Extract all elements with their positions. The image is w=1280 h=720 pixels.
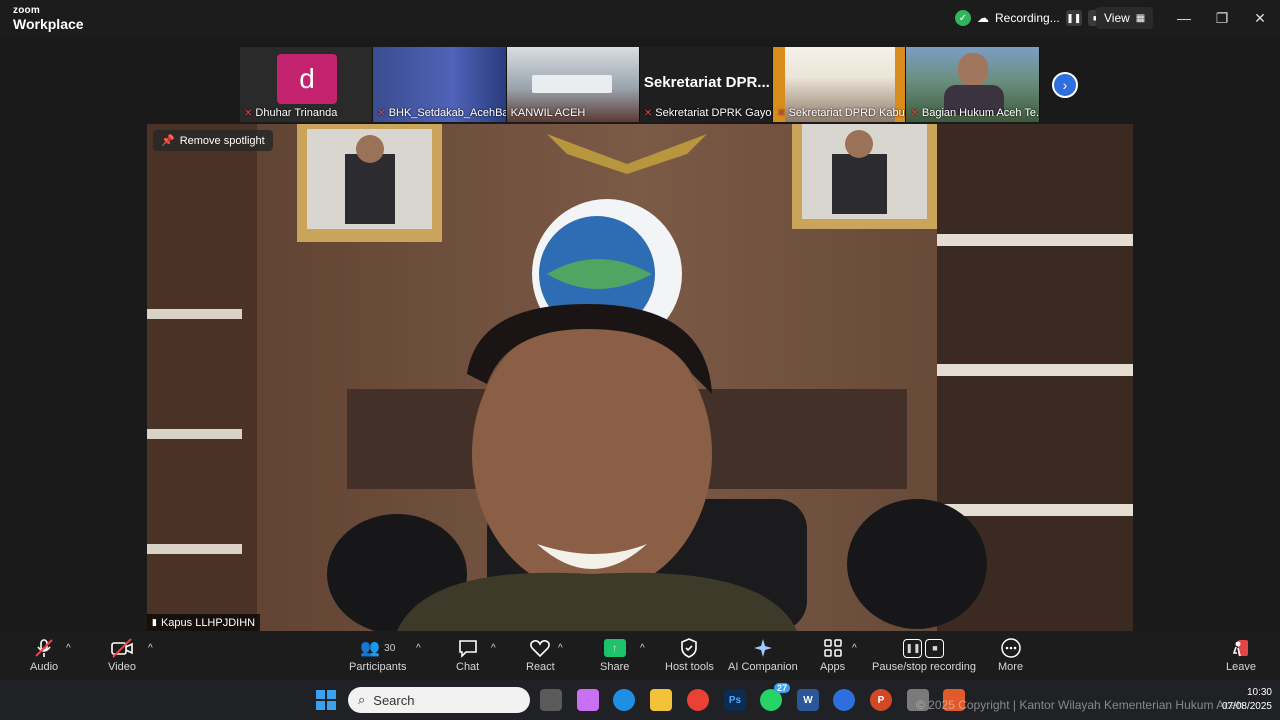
participant-face [958,53,989,87]
speaker-scene [147,124,1133,631]
mic-muted-icon: ✕ [244,107,253,119]
audio-button[interactable]: Audio [30,635,58,673]
heart-icon [529,635,551,661]
microphone-muted-icon [33,635,55,661]
participant-tile[interactable]: Sekretariat DPR... ✕ Sekretariat DPRK Gay… [639,47,774,122]
spotlight-video [147,124,1133,631]
brand-big: Workplace [13,16,84,32]
pause-stop-icon: ❚❚ ■ [903,635,945,661]
participant-name: Dhuhar Trinanda [255,107,338,119]
participant-tile[interactable]: d ✕ Dhuhar Trinanda [240,47,374,122]
react-button[interactable]: React [526,635,555,673]
leave-icon [1230,635,1252,661]
tile-text: Sekretariat DPR... [643,74,770,91]
photoshop-icon[interactable]: Ps [724,689,746,711]
powerpoint-icon[interactable]: P [870,689,892,711]
brand-small: zoom [13,5,40,16]
speaker-name: Kapus LLHPJDIHN [160,616,256,629]
system-clock[interactable]: 10:30 07/08/2025 [1222,686,1272,714]
shield-icon [678,635,700,661]
mic-muted-icon: ✕ [377,107,386,119]
mic-muted-icon: ✕ [910,107,919,119]
restore-icon[interactable]: ❐ [1208,7,1236,29]
file-explorer-icon[interactable] [650,689,672,711]
search-placeholder: Search [373,692,415,708]
minimize-icon[interactable]: — [1170,7,1198,29]
signal-bars-icon: ▮ [152,617,157,627]
participants-caret-icon[interactable]: ^ [416,643,421,654]
mic-muted-icon: ✕ [643,107,653,119]
recording-indicator: ✓ ☁ Recording... ❚❚ ■ [955,7,1104,29]
windows-start-icon[interactable] [315,689,337,711]
participants-button[interactable]: 👥 30 Participants [349,635,406,673]
host-tools-button[interactable]: Host tools [665,635,714,673]
apps-caret-icon[interactable]: ^ [852,643,857,654]
whatsapp-badge: 27 [773,683,790,693]
grid-view-icon: ▦ [1135,12,1146,24]
apps-grid-icon [822,635,844,661]
mic-muted-icon: ✕ [777,107,786,119]
edge-browser-icon[interactable] [613,689,635,711]
more-dots-icon [1000,635,1022,661]
search-icon: ⌕ [358,692,366,707]
participant-tile[interactable]: ✕ Bagian Hukum Aceh Te... [906,47,1040,122]
participants-icon: 👥 [360,640,381,657]
participant-strip: d ✕ Dhuhar Trinanda ✕ BHK_Setdakab_AcehBa.… [240,47,1040,122]
speaker-name-tag: ▮ Kapus LLHPJDIHN [147,614,261,631]
title-bar: zoom Workplace ✓ ☁ Recording... ❚❚ ■ Vie… [0,0,1280,38]
word-icon[interactable]: W [797,689,819,711]
chrome-icon[interactable] [687,689,709,711]
share-caret-icon[interactable]: ^ [640,643,645,654]
camera-off-icon [110,635,134,661]
participant-tile[interactable]: ✕ BHK_Setdakab_AcehBa... [373,47,507,122]
participants-count: 30 [384,642,396,654]
participant-tile[interactable]: ✕ Sekretariat DPRD Kabu... [773,47,907,122]
audio-options-caret-icon[interactable]: ^ [66,643,71,654]
participant-name: Bagian Hukum Aceh Te... [921,107,1040,119]
leave-button[interactable]: Leave [1226,635,1256,673]
video-options-caret-icon[interactable]: ^ [148,643,153,654]
avatar: d [277,54,337,104]
view-label: View [1104,11,1130,25]
close-icon[interactable]: ✕ [1246,7,1274,29]
whatsapp-icon[interactable]: 27 [760,683,790,711]
more-button[interactable]: More [998,635,1023,673]
clock-time: 10:30 [1246,687,1272,698]
zoom-taskbar-icon[interactable] [833,689,855,711]
pin-icon: 📌 [161,135,175,147]
share-button[interactable]: ↑ Share [600,635,629,673]
meeting-toolbar: Audio ^ Video ^ 👥 30 Participants ^ Chat … [0,631,1280,680]
ai-companion-button[interactable]: AI Companion [728,635,798,673]
participant-name: KANWIL ACEH [510,107,586,119]
chat-caret-icon[interactable]: ^ [491,643,496,654]
apps-button[interactable]: Apps [820,635,845,673]
pause-recording-icon[interactable]: ❚❚ [1065,10,1082,26]
next-page-icon[interactable]: › [1052,72,1078,98]
react-caret-icon[interactable]: ^ [558,643,563,654]
share-arrow-icon: ↑ [603,635,626,661]
copyright-watermark: © 2025 Copyright | Kantor Wilayah Kement… [916,698,1244,712]
clock-date: 07/08/2025 [1221,701,1272,712]
sparkle-icon [752,635,774,661]
view-button[interactable]: View ▦ [1096,7,1154,29]
security-shield-icon[interactable]: ✓ [955,10,971,26]
pause-stop-recording-button[interactable]: ❚❚ ■ Pause/stop recording [872,635,976,673]
participant-tile[interactable]: KANWIL ACEH [506,47,640,122]
remove-spotlight-button[interactable]: 📌 Remove spotlight [153,130,273,151]
recording-status: Recording... [995,11,1060,25]
participant-name: Sekretariat DPRK Gayo... [655,107,774,119]
chat-icon [457,635,479,661]
cloud-icon: ☁ [977,11,989,25]
spotlight-label: Remove spotlight [179,134,265,147]
chat-button[interactable]: Chat [456,635,479,673]
zoom-logo: zoom Workplace [13,5,84,32]
participant-name: BHK_Setdakab_AcehBa... [388,107,507,119]
task-view-icon[interactable] [540,689,562,711]
conference-table [531,75,612,93]
taskbar-search[interactable]: ⌕ Search [348,687,530,713]
copilot-icon[interactable] [577,689,599,711]
participant-name: Sekretariat DPRD Kabu... [788,107,907,119]
video-button[interactable]: Video [108,635,136,673]
